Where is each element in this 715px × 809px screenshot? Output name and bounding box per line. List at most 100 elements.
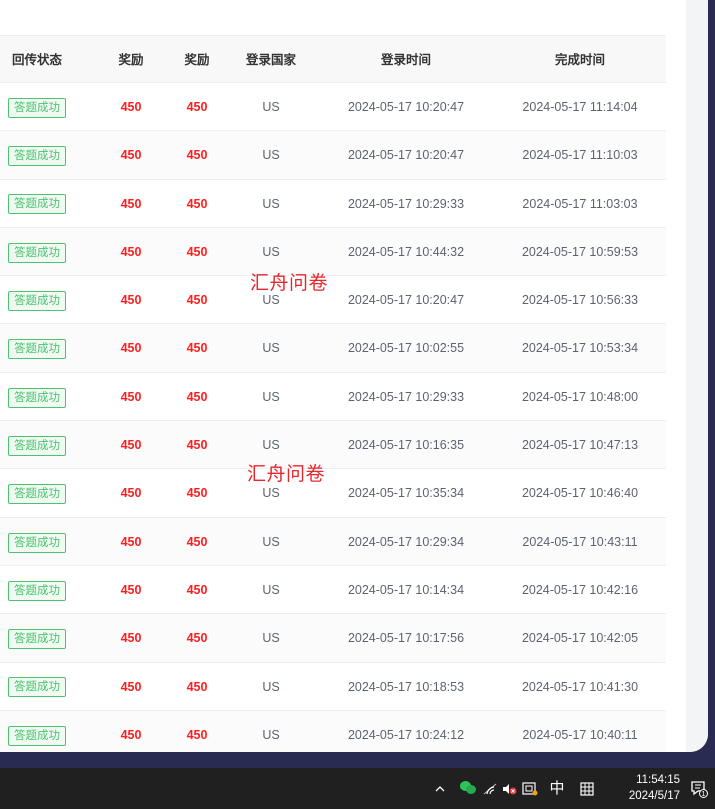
ime-language-indicator[interactable]: 中 bbox=[546, 768, 568, 809]
login-time-cell: 2024-05-17 10:17:56 bbox=[347, 631, 465, 646]
results-panel: 回传状态 奖励 奖励 登录国家 登录时间 完成时间 答题成功 450 450 US 20… bbox=[0, 0, 708, 752]
reward-2-cell: 450 bbox=[186, 631, 208, 646]
status-tag: 答题成功 bbox=[8, 677, 66, 698]
reward-1-cell: 450 bbox=[120, 100, 142, 114]
scrollbar-track[interactable] bbox=[686, 0, 708, 752]
status-cell: 答题成功 bbox=[0, 421, 78, 469]
volume-muted-icon[interactable] bbox=[500, 768, 518, 809]
table-header: 回传状态 奖励 奖励 登录国家 登录时间 完成时间 bbox=[0, 35, 666, 83]
login-time-cell: 2024-05-17 10:24:12 bbox=[347, 727, 465, 742]
header-reward-1[interactable]: 奖励 bbox=[98, 36, 164, 84]
reward-2-cell: 450 bbox=[186, 582, 208, 597]
country-cell: US bbox=[262, 341, 280, 356]
reward-2-cell: 450 bbox=[186, 148, 208, 163]
login-time-cell: 2024-05-17 10:20:47 bbox=[347, 148, 465, 163]
header-country[interactable]: 登录国家 bbox=[230, 36, 312, 84]
status-cell: 答题成功 bbox=[0, 518, 78, 566]
table-row[interactable]: 答题成功 450 450 US 2024-05-17 10:35:34 2024-05-1… bbox=[0, 469, 666, 518]
status-cell: 答题成功 bbox=[0, 614, 78, 662]
login-time-cell: 2024-05-17 10:16:35 bbox=[347, 438, 465, 453]
done-time-cell: 2024-05-17 11:10:03 bbox=[522, 148, 638, 163]
done-time-cell: 2024-05-17 10:42:05 bbox=[521, 631, 639, 646]
table-row[interactable]: 答题成功 450 450 US 2024-05-17 10:18:53 2024-05-1… bbox=[0, 662, 666, 711]
done-time-cell: 2024-05-17 11:03:03 bbox=[522, 196, 638, 211]
status-tag: 答题成功 bbox=[8, 97, 66, 118]
reward-1-cell: 450 bbox=[120, 486, 142, 501]
reward-2-cell: 450 bbox=[186, 196, 208, 211]
login-time-cell: 2024-05-17 10:35:34 bbox=[347, 486, 465, 501]
country-cell: US bbox=[262, 534, 280, 549]
country-cell: US bbox=[262, 196, 280, 211]
reward-2-cell: 450 bbox=[186, 293, 208, 308]
status-tag: 答题成功 bbox=[8, 291, 66, 312]
reward-1-cell: 450 bbox=[120, 438, 142, 453]
table-row[interactable]: 答题成功 450 450 US 2024-05-17 10:20:47 2024-05-1… bbox=[0, 276, 666, 325]
table-row[interactable]: 答题成功 450 450 US 2024-05-17 10:29:34 2024-05-1… bbox=[0, 517, 666, 566]
table-row[interactable]: 答题成功 450 450 US 2024-05-17 10:20:47 2024-05-1… bbox=[0, 83, 666, 132]
reward-2-cell: 450 bbox=[186, 534, 208, 549]
reward-1-cell: 450 bbox=[120, 679, 142, 694]
status-cell: 答题成功 bbox=[0, 469, 78, 517]
country-cell: US bbox=[262, 631, 280, 646]
reward-2-cell: 450 bbox=[186, 727, 208, 742]
ime-mode-icon[interactable] bbox=[577, 768, 597, 809]
table-row[interactable]: 答题成功 450 450 US 2024-05-17 10:02:55 2024-05-1… bbox=[0, 324, 666, 373]
reward-2-cell: 450 bbox=[186, 486, 208, 501]
status-cell: 答题成功 bbox=[0, 131, 78, 179]
notification-icon[interactable]: 1 bbox=[690, 780, 708, 798]
reward-2-cell: 450 bbox=[186, 100, 208, 114]
reward-2-cell: 450 bbox=[186, 341, 208, 356]
reward-1-cell: 450 bbox=[120, 631, 142, 646]
login-time-cell: 2024-05-17 10:29:33 bbox=[347, 196, 465, 211]
done-time-cell: 2024-05-17 10:53:34 bbox=[521, 341, 639, 356]
status-tag: 答题成功 bbox=[8, 532, 66, 553]
system-clock[interactable]: 11:54:15 2024/5/17 bbox=[604, 772, 680, 804]
wechat-icon[interactable] bbox=[460, 781, 476, 795]
done-time-cell: 2024-05-17 10:40:11 bbox=[522, 727, 638, 742]
wifi-icon[interactable] bbox=[482, 768, 498, 809]
login-time-cell: 2024-05-17 10:29:33 bbox=[347, 389, 465, 404]
done-time-cell: 2024-05-17 10:47:13 bbox=[521, 438, 639, 453]
reward-1-cell: 450 bbox=[120, 244, 142, 259]
status-tag: 答题成功 bbox=[8, 629, 66, 650]
country-cell: US bbox=[262, 293, 280, 308]
country-cell: US bbox=[262, 486, 280, 501]
table-row[interactable]: 答题成功 450 450 US 2024-05-17 10:20:47 2024-05-1… bbox=[0, 131, 666, 180]
done-time-cell: 2024-05-17 10:56:33 bbox=[521, 293, 639, 308]
status-tag: 答题成功 bbox=[8, 146, 66, 167]
reward-1-cell: 450 bbox=[120, 196, 142, 211]
clock-time: 11:54:15 bbox=[636, 774, 680, 786]
screenshot-app-icon[interactable] bbox=[520, 768, 540, 809]
chevron-up-icon[interactable] bbox=[432, 768, 448, 809]
header-done-time[interactable]: 完成时间 bbox=[500, 36, 660, 84]
reward-1-cell: 450 bbox=[120, 148, 142, 163]
status-cell: 答题成功 bbox=[0, 228, 78, 276]
table-row[interactable]: 答题成功 450 450 US 2024-05-17 10:44:32 2024-05-1… bbox=[0, 227, 666, 277]
header-status[interactable]: 回传状态 bbox=[4, 36, 74, 84]
reward-1-cell: 450 bbox=[120, 534, 142, 549]
status-cell: 答题成功 bbox=[0, 324, 78, 372]
reward-2-cell: 450 bbox=[186, 389, 208, 404]
table-row[interactable]: 答题成功 450 450 US 2024-05-17 10:16:35 2024-05-1… bbox=[0, 421, 666, 470]
status-cell: 答题成功 bbox=[0, 276, 78, 324]
status-cell: 答题成功 bbox=[0, 566, 78, 614]
login-time-cell: 2024-05-17 10:18:53 bbox=[347, 679, 465, 694]
login-time-cell: 2024-05-17 10:14:34 bbox=[347, 582, 465, 597]
done-time-cell: 2024-05-17 10:59:53 bbox=[521, 244, 639, 259]
reward-1-cell: 450 bbox=[120, 582, 142, 597]
table-row[interactable]: 答题成功 450 450 US 2024-05-17 10:29:33 2024-05-1… bbox=[0, 372, 666, 422]
status-tag: 答题成功 bbox=[8, 435, 66, 456]
table-row[interactable]: 答题成功 450 450 US 2024-05-17 10:29:33 2024-05-1… bbox=[0, 179, 666, 228]
header-login-time[interactable]: 登录时间 bbox=[312, 36, 500, 84]
table-row[interactable]: 答题成功 450 450 US 2024-05-17 10:14:34 2024-05-1… bbox=[0, 565, 666, 615]
table-row[interactable]: 答题成功 450 450 US 2024-05-17 10:24:12 2024-05-1… bbox=[0, 710, 666, 752]
table-row[interactable]: 答题成功 450 450 US 2024-05-17 10:17:56 2024-05-1… bbox=[0, 614, 666, 663]
login-time-cell: 2024-05-17 10:20:47 bbox=[347, 293, 465, 308]
header-reward-2[interactable]: 奖励 bbox=[164, 36, 230, 84]
done-time-cell: 2024-05-17 11:14:04 bbox=[522, 100, 638, 114]
status-tag: 答题成功 bbox=[8, 725, 66, 746]
done-time-cell: 2024-05-17 10:46:40 bbox=[521, 486, 639, 501]
login-time-cell: 2024-05-17 10:20:47 bbox=[347, 100, 465, 114]
country-cell: US bbox=[262, 679, 280, 694]
login-time-cell: 2024-05-17 10:29:34 bbox=[347, 534, 465, 549]
